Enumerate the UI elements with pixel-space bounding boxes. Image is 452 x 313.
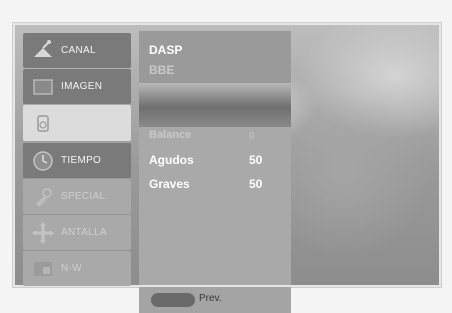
sidebar-item-label: ANTALLA bbox=[61, 227, 107, 238]
agudos-value: 50 bbox=[249, 153, 263, 167]
sidebar-item-label: SPECIAL bbox=[61, 191, 106, 202]
sidebar-item-tiempo[interactable]: TIEMPO bbox=[23, 143, 131, 178]
picture-icon bbox=[33, 78, 53, 95]
prev-button-pill[interactable] bbox=[151, 293, 195, 307]
balance-value: 0 bbox=[249, 131, 255, 142]
sidebar-item-audio[interactable] bbox=[23, 105, 131, 141]
wrench-icon bbox=[36, 187, 52, 207]
sidebar-item-label: N·W bbox=[61, 263, 82, 274]
sidebar-item-label: IMAGEN bbox=[61, 81, 103, 92]
sidebar-item-label: TIEMPO bbox=[61, 155, 102, 166]
sidebar-item-canal[interactable]: CANAL bbox=[23, 33, 131, 68]
sidebar-item-imagen[interactable]: IMAGEN bbox=[23, 69, 131, 104]
menu-item-balance[interactable]: Balance bbox=[149, 129, 191, 141]
sidebar-menu: CANAL IMAGEN TIEMPO SPECIAL ANTALLA N·W bbox=[23, 31, 131, 291]
menu-item-bbe[interactable]: BBE bbox=[149, 63, 174, 77]
menu-item-dasp[interactable]: DASP bbox=[149, 43, 182, 57]
speaker-icon bbox=[37, 115, 49, 132]
panel-divider bbox=[139, 83, 291, 127]
sidebar-item-label: CANAL bbox=[61, 45, 96, 56]
pip-icon bbox=[34, 261, 52, 276]
clock-icon bbox=[33, 150, 53, 171]
sidebar-item-pip[interactable]: N·W bbox=[23, 251, 131, 286]
footer-bar: Prev. bbox=[139, 287, 291, 313]
sidebar-item-special[interactable]: SPECIAL bbox=[23, 179, 131, 214]
menu-item-agudos[interactable]: Agudos bbox=[149, 153, 194, 167]
audio-settings-panel: DASP BBE Balance 0 Agudos 50 Graves 50 bbox=[139, 31, 291, 285]
screen-adjust-icon bbox=[32, 221, 54, 244]
graves-value: 50 bbox=[249, 177, 263, 191]
antenna-icon bbox=[34, 39, 52, 57]
menu-item-graves[interactable]: Graves bbox=[149, 177, 190, 191]
prev-label: Prev. bbox=[199, 293, 222, 304]
sidebar-item-pantalla[interactable]: ANTALLA bbox=[23, 215, 131, 250]
tv-osd-frame: CANAL IMAGEN TIEMPO SPECIAL ANTALLA N·W … bbox=[12, 22, 442, 313]
